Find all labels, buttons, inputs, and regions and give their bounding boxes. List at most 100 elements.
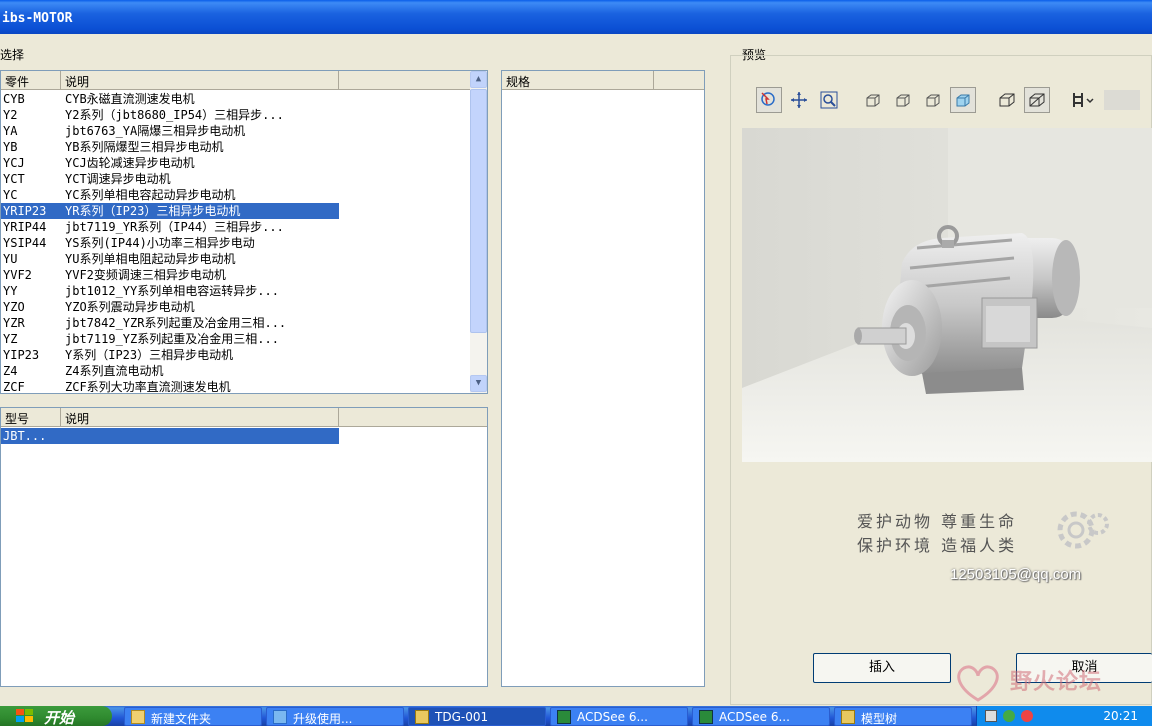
list-row[interactable]: YZO YZO系列震动异步电动机	[1, 299, 339, 315]
list-row[interactable]: YA jbt6763_YA隔爆三相异步电动机	[1, 123, 339, 139]
scroll-down-button[interactable]: ▼	[470, 375, 487, 392]
list-row[interactable]: JBT...	[1, 428, 339, 444]
task-acdsee-2[interactable]: ACDSee 6...	[692, 707, 830, 726]
list-row[interactable]: YRIP44 jbt7119_YR系列（IP44）三相异步...	[1, 219, 339, 235]
parts-list[interactable]: 零件 说明 CYB CYB永磁直流测速发电机 Y2 Y2系列（jbt8680_IP54…	[0, 70, 488, 394]
spec-list[interactable]: 规格	[501, 70, 705, 687]
cell-description: Y2系列（jbt8680_IP54）三相异步...	[65, 108, 284, 122]
cell-description: YZO系列震动异步电动机	[65, 300, 195, 314]
task-label: ACDSee 6...	[719, 710, 790, 724]
cell-id: YB	[3, 140, 18, 154]
cell-description: YS系列(IP44)小功率三相异步电动	[65, 236, 255, 250]
column-header-model[interactable]: 型号	[1, 408, 61, 427]
windows-logo-icon	[14, 708, 36, 726]
list-row[interactable]: YCT YCT调速异步电动机	[1, 171, 339, 187]
list-row[interactable]: Y2 Y2系列（jbt8680_IP54）三相异步...	[1, 107, 339, 123]
task-label: 新建文件夹	[151, 712, 212, 726]
task-new-folder[interactable]: 新建文件夹	[124, 707, 262, 726]
cell-id: CYB	[3, 92, 25, 106]
list-row[interactable]: YVF2 YVF2变频调速三相异步电动机	[1, 267, 339, 283]
shaded-icon[interactable]	[1024, 87, 1050, 113]
list-row[interactable]: YZ jbt7119_YZ系列起重及冶金用三相...	[1, 331, 339, 347]
column-header-empty	[654, 71, 704, 90]
pan-icon[interactable]	[786, 87, 812, 113]
list-row[interactable]: ZCF ZCF系列大功率直流测速发电机	[1, 379, 339, 393]
insert-button[interactable]: 插入	[813, 653, 951, 683]
cell-id: YSIP44	[3, 236, 47, 250]
list-row[interactable]: YCJ YCJ齿轮减速异步电动机	[1, 155, 339, 171]
cell-description	[61, 428, 339, 444]
column-header-part[interactable]: 零件	[1, 71, 61, 90]
clock: 20:21	[1103, 709, 1138, 723]
list-row[interactable]: YU YU系列单相电阻起动异步电动机	[1, 251, 339, 267]
view-side-icon[interactable]	[890, 87, 916, 113]
cell-description: Y系列（IP23）三相异步电动机	[65, 348, 234, 362]
cell-id: YRIP44	[3, 220, 47, 234]
start-label: 开始	[44, 709, 75, 726]
cell-description: YR系列（IP23）三相异步电动机	[65, 204, 241, 218]
parts-list-header: 零件 说明	[1, 71, 487, 90]
list-row[interactable]: CYB CYB永磁直流测速发电机	[1, 91, 339, 107]
list-row[interactable]: YC YC系列单相电容起动异步电动机	[1, 187, 339, 203]
cell-description: jbt6763_YA隔爆三相异步电动机	[65, 124, 246, 138]
wireframe-icon[interactable]	[994, 87, 1020, 113]
view-top-icon[interactable]	[920, 87, 946, 113]
acdsee-icon	[699, 710, 713, 724]
slogan-line-2: 保护环境 造福人类	[857, 536, 1018, 555]
cell-description: Z4系列直流电动机	[65, 364, 164, 378]
list-row[interactable]: YIP23 Y系列（IP23）三相异步电动机	[1, 347, 339, 363]
zoom-icon[interactable]	[816, 87, 842, 113]
cell-id: YCJ	[3, 156, 25, 170]
preview-viewport[interactable]	[742, 128, 1152, 462]
cell-id: YCT	[3, 172, 25, 186]
dimension-icon[interactable]	[1068, 87, 1098, 113]
list-row[interactable]: YZR jbt7842_YZR系列起重及冶金用三相...	[1, 315, 339, 331]
cell-id: YIP23	[3, 348, 40, 362]
list-row[interactable]: YB YB系列隔爆型三相异步电动机	[1, 139, 339, 155]
parts-rows: CYB CYB永磁直流测速发电机 Y2 Y2系列（jbt8680_IP54）三相异步.…	[1, 91, 339, 393]
cell-id: YRIP23	[3, 204, 47, 218]
cell-id: YU	[3, 252, 18, 266]
column-header-description[interactable]: 说明	[61, 71, 339, 90]
email-watermark: 12503105@qq.com	[950, 566, 1082, 583]
list-row[interactable]: YY jbt1012_YY系列单相电容运转异步...	[1, 283, 339, 299]
scroll-thumb[interactable]	[470, 89, 487, 333]
model-list[interactable]: 型号 说明 JBT...	[0, 407, 488, 687]
list-row[interactable]: YSIP44 YS系列(IP44)小功率三相异步电动	[1, 235, 339, 251]
tray-app-icon[interactable]	[1021, 710, 1033, 722]
spec-list-header: 规格	[502, 71, 704, 90]
cell-id: Z4	[3, 364, 18, 378]
app-icon	[415, 710, 429, 724]
task-tdg[interactable]: TDG-001	[408, 707, 546, 726]
task-label: TDG-001	[435, 710, 489, 724]
task-model-tree[interactable]: 模型树	[834, 707, 972, 726]
view-iso-icon[interactable]	[950, 87, 976, 113]
cell-description: YU系列单相电阻起动异步电动机	[65, 252, 236, 266]
motor-model-image	[742, 128, 1152, 462]
column-header-model-description[interactable]: 说明	[61, 408, 339, 427]
forum-logo-icon	[948, 660, 1008, 709]
tray-volume-icon[interactable]	[1003, 710, 1015, 722]
folder-icon	[131, 710, 145, 724]
cell-id: YZR	[3, 316, 25, 330]
list-row[interactable]: Z4 Z4系列直流电动机	[1, 363, 339, 379]
task-upgrade[interactable]: 升级使用...	[266, 707, 404, 726]
column-header-spec[interactable]: 规格	[502, 71, 654, 90]
tray-network-icon[interactable]	[985, 710, 997, 722]
parts-scrollbar[interactable]: ▲ ▼	[470, 71, 487, 393]
column-header-empty	[339, 71, 469, 90]
cell-id: Y2	[3, 108, 18, 122]
task-label: 模型树	[861, 712, 898, 726]
start-button[interactable]: 开始	[0, 706, 112, 726]
task-label: ACDSee 6...	[577, 710, 648, 724]
app-icon	[841, 710, 855, 724]
select-icon[interactable]	[756, 87, 782, 113]
scroll-up-button[interactable]: ▲	[470, 71, 487, 88]
model-list-header: 型号 说明	[1, 408, 487, 427]
task-acdsee-1[interactable]: ACDSee 6...	[550, 707, 688, 726]
taskbar: 开始 新建文件夹 升级使用... TDG-001 ACDSee 6... ACD…	[0, 706, 1152, 726]
view-front-icon[interactable]	[860, 87, 886, 113]
cell-description: jbt1012_YY系列单相电容运转异步...	[65, 284, 279, 298]
list-row[interactable]: YRIP23 YR系列（IP23）三相异步电动机	[1, 203, 339, 219]
cell-id: YC	[3, 188, 18, 202]
